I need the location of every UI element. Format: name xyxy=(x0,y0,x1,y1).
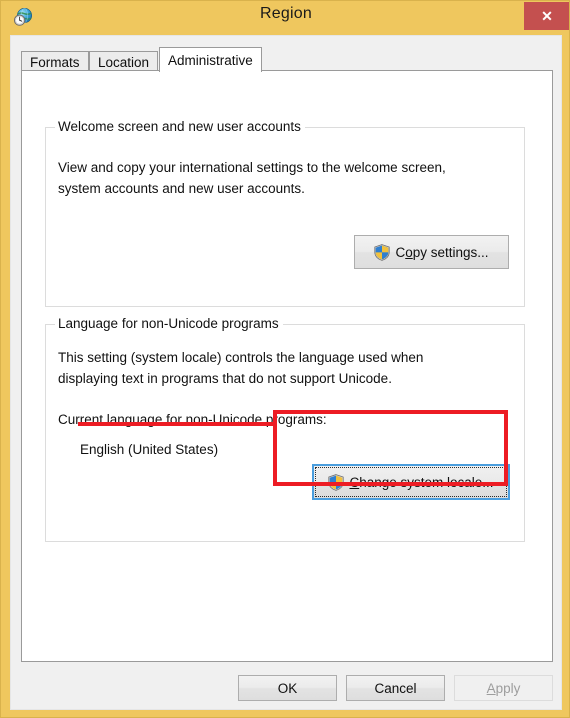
tab-formats[interactable]: Formats xyxy=(21,51,89,71)
tab-location-label: Location xyxy=(98,55,150,70)
ok-button-label: OK xyxy=(277,680,298,696)
uac-shield-icon xyxy=(374,243,391,261)
close-icon[interactable]: ✕ xyxy=(524,2,569,30)
apply-button-label: Apply xyxy=(486,680,521,696)
group-welcome-screen-title: Welcome screen and new user accounts xyxy=(55,119,305,134)
welcome-screen-description-line1: View and copy your international setting… xyxy=(58,160,446,175)
window-title: Region xyxy=(260,5,312,22)
uac-shield-icon xyxy=(328,473,345,491)
group-language-non-unicode-title: Language for non-Unicode programs xyxy=(55,316,283,331)
tab-formats-label: Formats xyxy=(30,55,80,70)
language-description-line1: This setting (system locale) controls th… xyxy=(58,350,424,365)
ok-button[interactable]: OK xyxy=(238,675,337,701)
tab-administrative[interactable]: Administrative xyxy=(159,47,262,72)
title-bar: Region ✕ xyxy=(1,1,569,33)
cancel-button-label: Cancel xyxy=(374,680,417,696)
group-welcome-screen: Welcome screen and new user accounts xyxy=(45,119,525,307)
welcome-screen-description-line2: system accounts and new user accounts. xyxy=(58,181,305,196)
change-system-locale-button[interactable]: Change system locale... xyxy=(312,464,510,500)
region-dialog-window: Region ✕ Formats Location Administrative… xyxy=(0,0,570,718)
welcome-screen-description: View and copy your international setting… xyxy=(58,157,446,199)
copy-settings-button[interactable]: Copy settings... xyxy=(354,235,509,269)
apply-button: Apply xyxy=(454,675,553,701)
current-language-value: English (United States) xyxy=(80,442,219,457)
language-description: This setting (system locale) controls th… xyxy=(58,347,423,389)
tab-administrative-label: Administrative xyxy=(168,53,253,68)
current-language-label: Current language for non-Unicode program… xyxy=(58,412,327,427)
tab-location[interactable]: Location xyxy=(89,51,159,71)
language-description-line2: displaying text in programs that do not … xyxy=(58,371,392,386)
copy-settings-button-label: Copy settings... xyxy=(395,244,489,260)
dialog-client-area: Formats Location Administrative Welcome … xyxy=(10,35,562,710)
cancel-button[interactable]: Cancel xyxy=(346,675,445,701)
change-system-locale-button-label: Change system locale... xyxy=(349,474,494,490)
tab-strip: Formats Location Administrative xyxy=(21,47,553,72)
close-glyph: ✕ xyxy=(541,8,553,24)
